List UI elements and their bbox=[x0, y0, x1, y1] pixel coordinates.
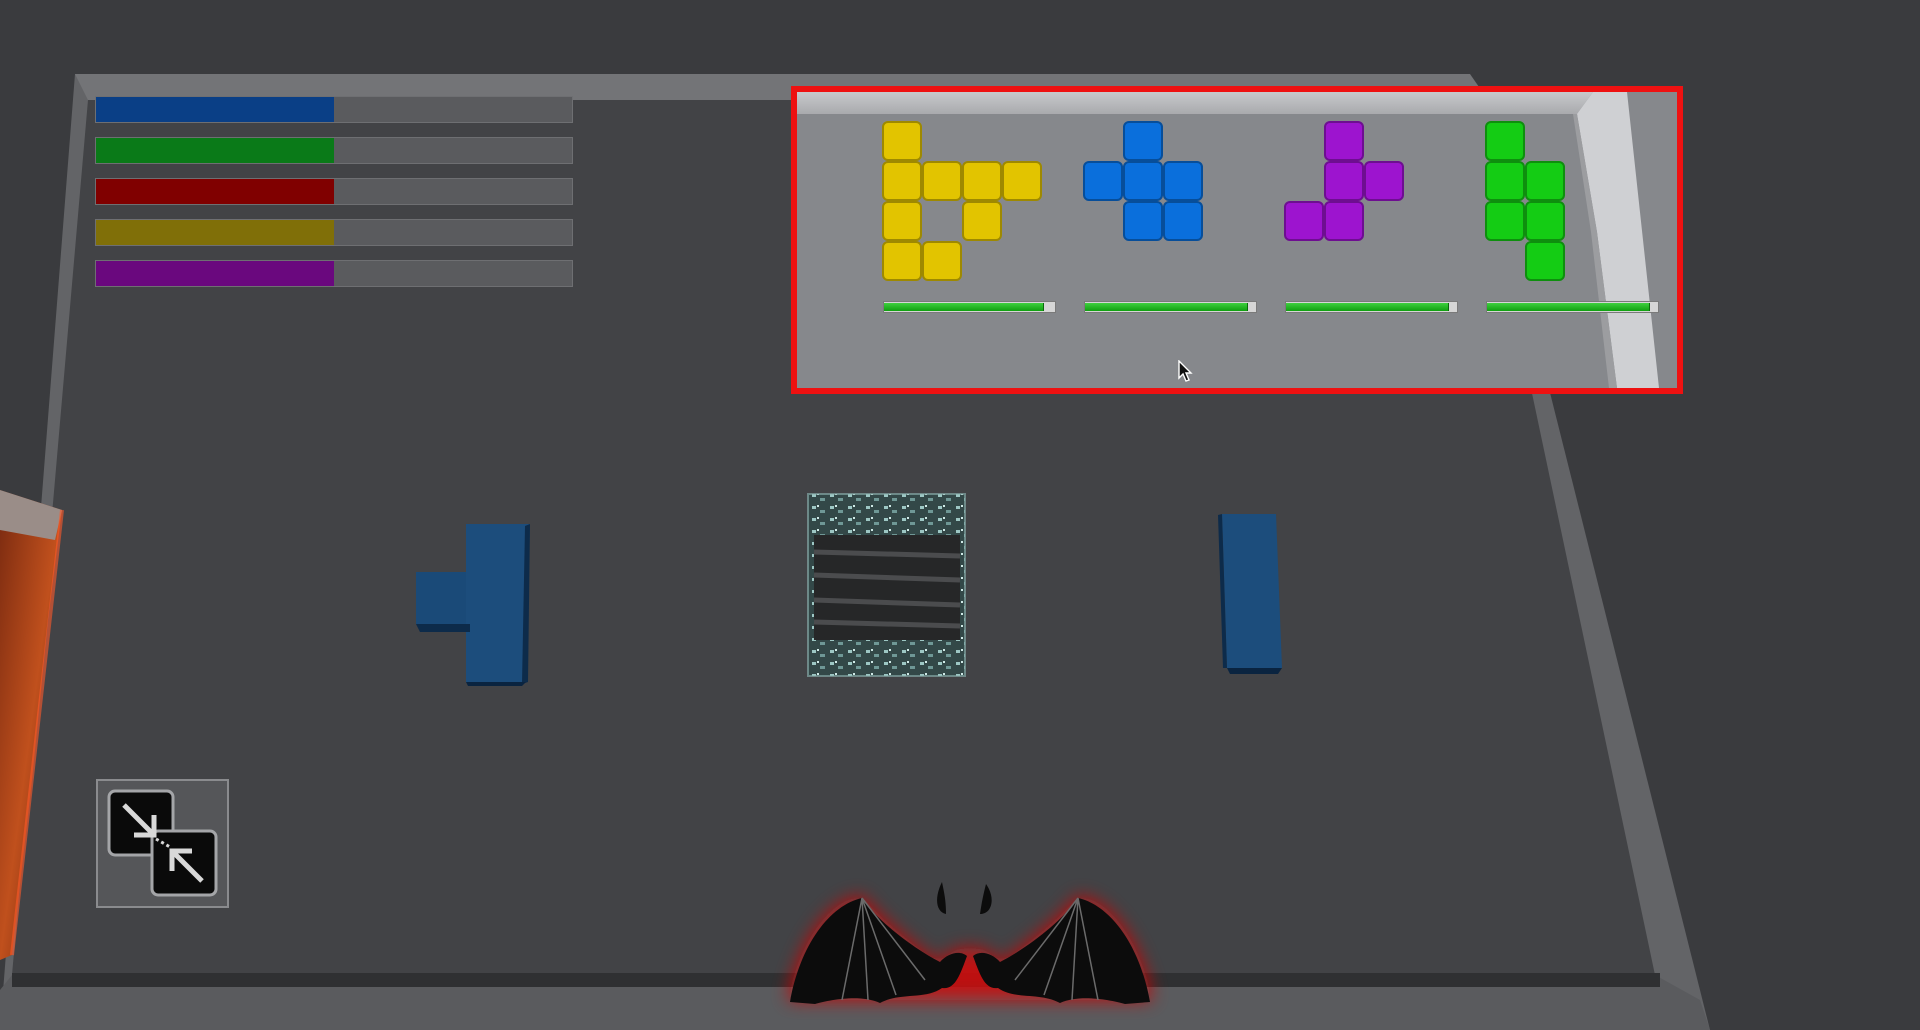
piece-block bbox=[1284, 201, 1324, 241]
piece-block bbox=[922, 241, 962, 281]
piece-block bbox=[1485, 201, 1525, 241]
green-piece[interactable] bbox=[1473, 121, 1633, 282]
board-piece-i[interactable] bbox=[1218, 514, 1282, 674]
piece-selection-tray bbox=[791, 86, 1683, 394]
resource-bar-red bbox=[95, 178, 573, 205]
piece-timer-fill bbox=[1085, 303, 1249, 311]
collapse-tool-button[interactable] bbox=[96, 779, 229, 908]
mouse-cursor-icon bbox=[1178, 360, 1193, 382]
piece-block bbox=[1083, 161, 1123, 201]
piece-block bbox=[882, 241, 922, 281]
purple-piece[interactable] bbox=[1272, 121, 1432, 282]
board-portal[interactable] bbox=[807, 493, 966, 677]
resource-bar-purple bbox=[95, 260, 573, 287]
piece-slot-blue[interactable] bbox=[1071, 121, 1261, 322]
blue-piece[interactable] bbox=[1071, 121, 1231, 282]
piece-block bbox=[922, 161, 962, 201]
piece-block bbox=[1364, 161, 1404, 201]
piece-slot-green[interactable] bbox=[1473, 121, 1663, 322]
piece-timer-bar bbox=[883, 301, 1056, 313]
piece-block bbox=[1485, 121, 1525, 161]
piece-block bbox=[1525, 241, 1565, 281]
piece-block bbox=[1163, 201, 1203, 241]
piece-timer-fill bbox=[1487, 303, 1651, 311]
piece-block bbox=[882, 121, 922, 161]
piece-timer-bar bbox=[1486, 301, 1659, 313]
piece-block bbox=[1163, 161, 1203, 201]
resource-fill bbox=[96, 138, 334, 163]
piece-block bbox=[882, 161, 922, 201]
piece-block bbox=[962, 161, 1002, 201]
piece-timer-bar bbox=[1285, 301, 1458, 313]
piece-timer-fill bbox=[884, 303, 1045, 311]
piece-block bbox=[1324, 201, 1364, 241]
piece-block bbox=[1002, 161, 1042, 201]
resource-fill bbox=[96, 97, 334, 122]
piece-block bbox=[1525, 161, 1565, 201]
piece-block bbox=[962, 201, 1002, 241]
piece-block bbox=[1485, 161, 1525, 201]
piece-timer-bar bbox=[1084, 301, 1257, 313]
piece-timer-fill bbox=[1286, 303, 1450, 311]
piece-block bbox=[1123, 161, 1163, 201]
collapse-arrows-icon bbox=[107, 789, 218, 897]
piece-slot-yellow[interactable] bbox=[870, 121, 1060, 322]
piece-block bbox=[1123, 121, 1163, 161]
resource-fill bbox=[96, 179, 334, 204]
resource-meters bbox=[95, 96, 573, 301]
resource-bar-green bbox=[95, 137, 573, 164]
piece-block bbox=[1324, 121, 1364, 161]
resource-fill bbox=[96, 220, 334, 245]
resource-bar-blue bbox=[95, 96, 573, 123]
piece-slot-purple[interactable] bbox=[1272, 121, 1462, 322]
piece-block bbox=[1324, 161, 1364, 201]
resource-bar-yellow bbox=[95, 219, 573, 246]
resource-fill bbox=[96, 261, 334, 286]
piece-block bbox=[1123, 201, 1163, 241]
yellow-piece[interactable] bbox=[870, 121, 1042, 282]
piece-block bbox=[882, 201, 922, 241]
piece-block bbox=[1525, 201, 1565, 241]
